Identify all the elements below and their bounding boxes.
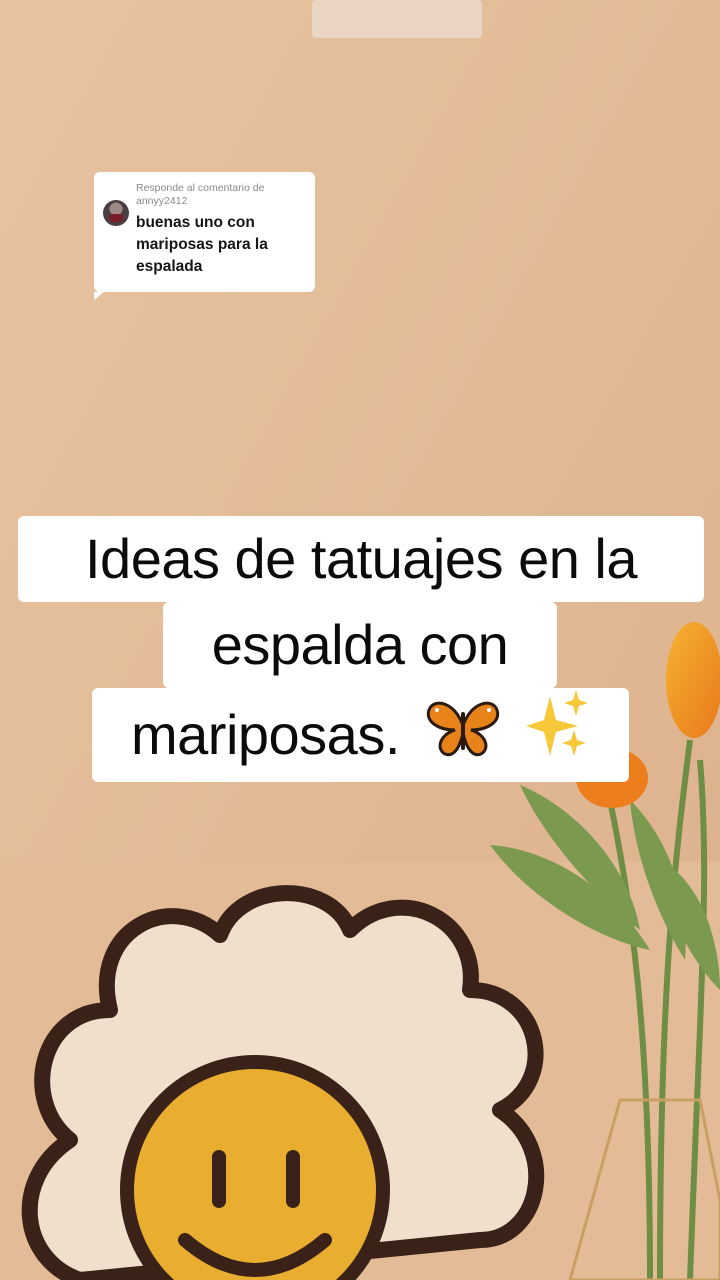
caption-line-3: mariposas. — [92, 688, 629, 782]
smiley-face — [120, 1055, 390, 1280]
smiley-eye-right — [286, 1150, 300, 1208]
butterfly-icon — [425, 692, 501, 786]
caption-text-2: espalda con — [211, 613, 509, 676]
caption-text-3: mariposas. — [131, 703, 400, 766]
tulip-1 — [666, 622, 720, 738]
reply-label: Responde al comentario de annyy2412 — [136, 182, 265, 207]
caption-line-1: Ideas de tatuajes en la — [18, 516, 704, 602]
wall-switch — [312, 0, 482, 38]
caption-text-1: Ideas de tatuajes en la — [84, 527, 638, 590]
commenter-avatar — [103, 200, 129, 226]
smiley-eye-left — [212, 1150, 226, 1208]
sparkles-icon — [526, 690, 590, 788]
reply-comment-text: buenas uno con mariposas para la espalad… — [136, 214, 268, 275]
reply-comment-card[interactable]: Responde al comentario de annyy2412 buen… — [94, 172, 315, 300]
caption-line-2: espalda con — [163, 602, 557, 688]
